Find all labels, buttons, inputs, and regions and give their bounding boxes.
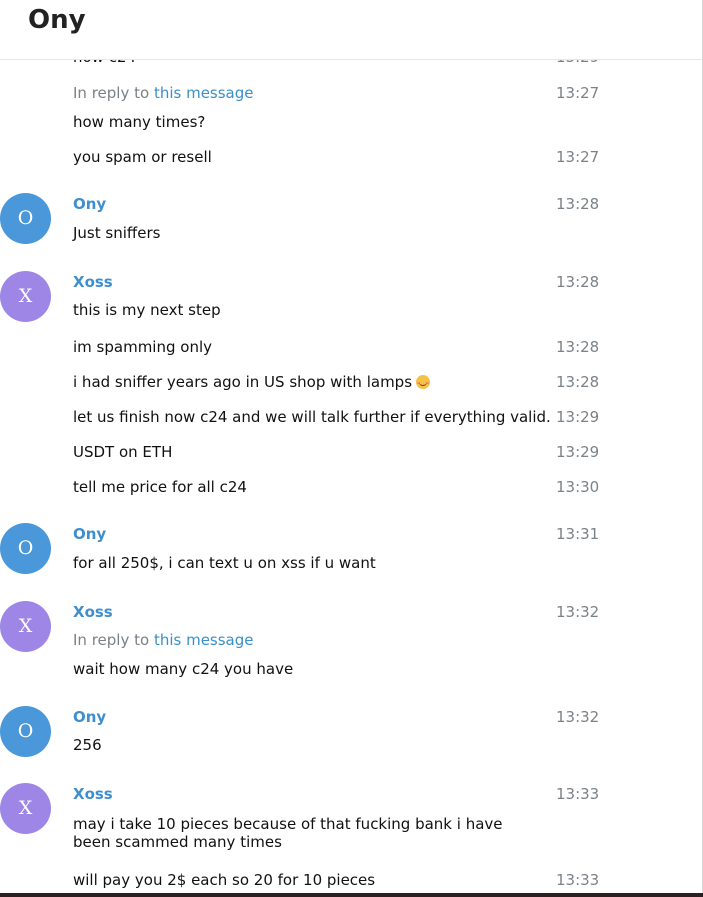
message-time: 13:33 [556, 785, 600, 803]
message-text: you spam or resell [73, 148, 212, 166]
reply-quote: In reply to this message [73, 631, 254, 649]
message-time: 13:31 [556, 525, 600, 543]
message-text: let us finish now c24 and we will talk f… [73, 408, 551, 426]
reply-link[interactable]: this message [154, 631, 254, 649]
reply-prefix: In reply to [73, 84, 150, 102]
message-text: for all 250$, i can text u on xss if u w… [73, 554, 376, 572]
message-time: 13:27 [556, 148, 600, 166]
sender-name[interactable]: Xoss [73, 785, 113, 803]
message-text: will pay you 2$ each so 20 for 10 pieces [73, 871, 376, 889]
avatar[interactable]: O [0, 706, 51, 757]
message-time: 13:27 [556, 84, 600, 102]
message-text: USDT on ETH [73, 443, 173, 461]
avatar[interactable]: X [0, 271, 51, 322]
message-text: this is my next step [73, 301, 221, 319]
message-text: wait how many c24 you have [73, 660, 294, 678]
sender-name[interactable]: Ony [73, 195, 106, 213]
message-text-content: i had sniffer years ago in US shop with … [73, 373, 413, 391]
message-time: 13:30 [556, 478, 600, 496]
message-time: 13:29 [556, 443, 600, 461]
reply-prefix: In reply to [73, 631, 150, 649]
message-text: tell me price for all c24 [73, 478, 247, 496]
reply-quote: In reply to this message [73, 84, 254, 102]
message-time: 13:28 [556, 338, 600, 356]
message-time: 13:28 [556, 373, 600, 391]
message-text: Just sniffers [73, 224, 161, 242]
avatar[interactable]: X [0, 783, 51, 834]
sender-name[interactable]: Ony [73, 525, 106, 543]
sender-name[interactable]: Xoss [73, 273, 113, 291]
chat-title[interactable]: Ony [28, 3, 86, 37]
smiling-face-emoji-icon [416, 375, 431, 389]
message-text: 256 [73, 736, 102, 754]
avatar[interactable]: O [0, 523, 51, 574]
reply-link[interactable]: this message [154, 84, 254, 102]
message-time: 13:32 [556, 603, 600, 621]
chat-history: now c24 13:29 In reply to this message 1… [0, 0, 703, 897]
message-text: i had sniffer years ago in US shop with … [73, 373, 431, 391]
avatar[interactable]: O [0, 193, 51, 244]
message-time: 13:28 [556, 273, 600, 291]
message-time: 13:29 [556, 408, 600, 426]
message-text: how many times? [73, 113, 206, 131]
message-time: 13:28 [556, 195, 600, 213]
bottom-border [0, 893, 703, 897]
message-time: 13:33 [556, 871, 600, 889]
sender-name[interactable]: Ony [73, 708, 106, 726]
message-text: may i take 10 pieces because of that fuc… [73, 815, 503, 851]
chat-header: Ony [0, 0, 703, 60]
avatar[interactable]: X [0, 601, 51, 652]
message-text: im spamming only [73, 338, 212, 356]
message-time: 13:32 [556, 708, 600, 726]
sender-name[interactable]: Xoss [73, 603, 113, 621]
